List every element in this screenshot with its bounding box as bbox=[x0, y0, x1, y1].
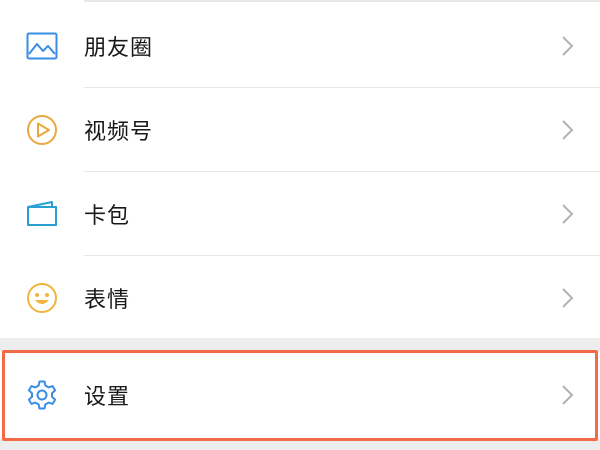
menu-item-stickers[interactable]: 表情 bbox=[0, 256, 600, 340]
moments-image-icon bbox=[26, 30, 58, 62]
menu-item-label: 设置 bbox=[84, 384, 131, 410]
chevron-right-icon bbox=[562, 36, 574, 56]
sticker-smile-icon bbox=[26, 282, 58, 314]
gear-icon bbox=[26, 379, 58, 411]
chevron-right-icon bbox=[562, 384, 574, 405]
channels-play-icon bbox=[26, 114, 58, 146]
menu-item-label: 卡包 bbox=[84, 204, 131, 229]
menu-item-settings[interactable]: 设置 bbox=[0, 351, 600, 438]
chevron-right-icon bbox=[562, 288, 574, 308]
chevron-right-icon bbox=[562, 120, 574, 140]
menu-group-settings: 设置 bbox=[0, 351, 600, 438]
menu-item-cards[interactable]: 卡包 bbox=[0, 172, 600, 256]
menu-item-label: 视频号 bbox=[84, 120, 154, 145]
menu-item-label: 朋友圈 bbox=[84, 36, 154, 61]
top-divider bbox=[84, 0, 600, 2]
chevron-right-icon bbox=[562, 204, 574, 224]
menu-item-label: 表情 bbox=[84, 288, 131, 313]
menu-item-channels[interactable]: 视频号 bbox=[0, 88, 600, 172]
card-wallet-icon bbox=[26, 198, 58, 230]
menu-item-moments[interactable]: 朋友圈 bbox=[0, 4, 600, 88]
menu-group-main: 朋友圈 视频号 卡包 表情 bbox=[0, 0, 600, 338]
